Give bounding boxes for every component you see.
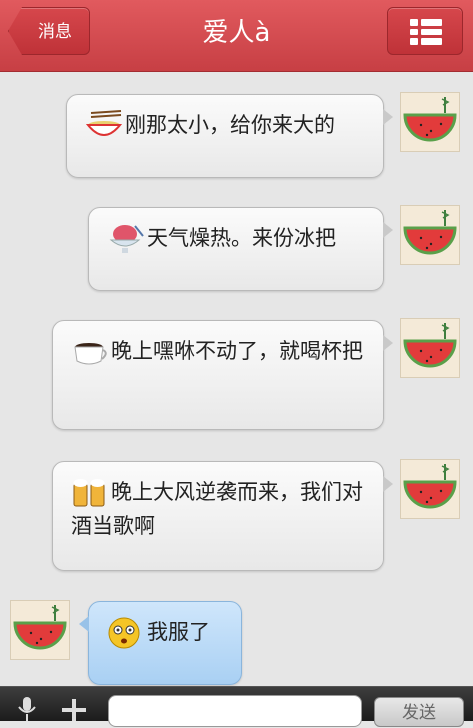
avatar[interactable]: [9, 599, 71, 661]
message-bubble[interactable]: 天气燥热。来份冰把: [88, 207, 393, 291]
avatar[interactable]: [399, 458, 461, 520]
message-bubble[interactable]: 刚那太小，给你来大的: [66, 94, 393, 178]
message-bubble[interactable]: 我服了: [79, 601, 242, 685]
message-bubble[interactable]: 晚上嘿咻不动了，就喝杯把: [52, 320, 393, 430]
input-bar: 发送: [0, 686, 473, 727]
noodle-bowl-icon: [85, 109, 123, 143]
shaved-ice-icon: [107, 222, 145, 256]
message-text: 我服了: [147, 620, 210, 644]
send-button-label: 发送: [402, 703, 436, 723]
plus-icon[interactable]: [60, 699, 88, 721]
message-text: 晚上大风逆袭而来，我们对酒当歌啊: [71, 480, 363, 538]
message-text: 天气燥热。来份冰把: [147, 226, 336, 250]
avatar[interactable]: [399, 91, 461, 153]
coffee-cup-icon: [71, 335, 109, 369]
dizzy-face-icon: [107, 616, 145, 650]
message-input[interactable]: [108, 695, 362, 727]
message-text: 刚那太小，给你来大的: [125, 113, 335, 137]
send-button[interactable]: 发送: [374, 697, 464, 727]
microphone-icon[interactable]: [16, 697, 38, 721]
top-bar: 消息 爱人à: [0, 0, 473, 72]
menu-button[interactable]: [387, 7, 463, 55]
beer-mugs-icon: [71, 476, 109, 510]
message-text: 晚上嘿咻不动了，就喝杯把: [111, 339, 363, 363]
avatar[interactable]: [399, 317, 461, 379]
message-bubble[interactable]: 晚上大风逆袭而来，我们对酒当歌啊: [52, 461, 393, 571]
avatar[interactable]: [399, 204, 461, 266]
list-menu-icon: [410, 19, 442, 45]
